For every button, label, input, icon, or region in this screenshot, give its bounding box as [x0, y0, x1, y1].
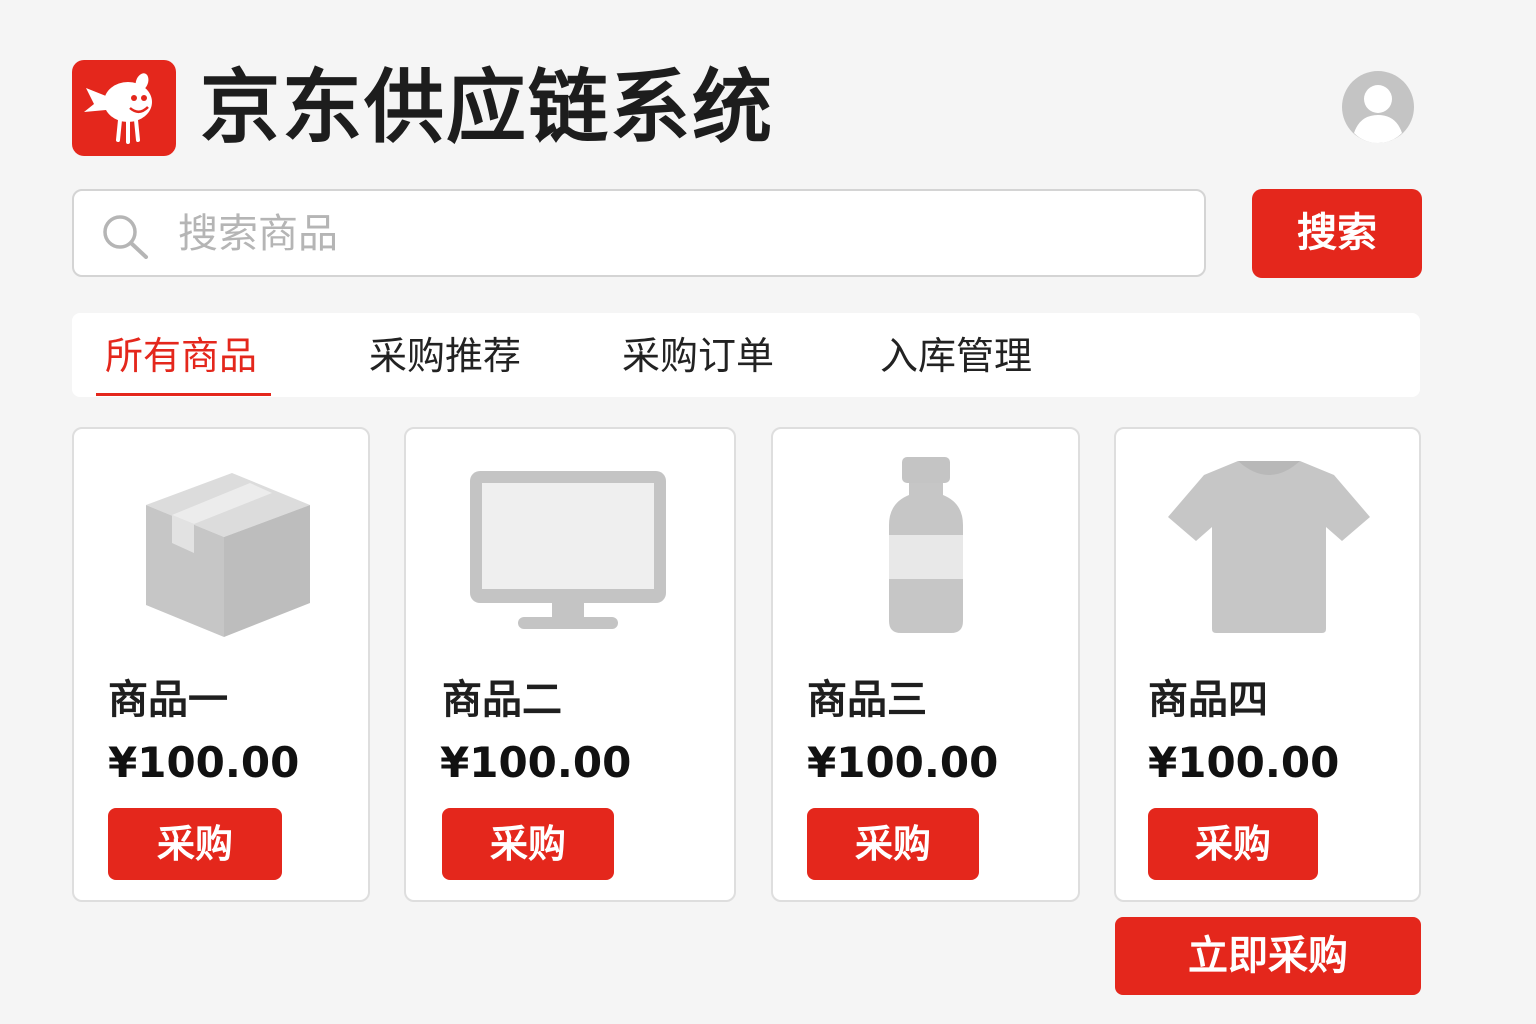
bottle-icon [889, 457, 963, 633]
product-price: ¥100.00 [108, 738, 300, 787]
tab-purchase-orders[interactable]: 采购订单 [622, 331, 774, 381]
category-tabs: 所有商品 采购推荐 采购订单 入库管理 [72, 313, 1420, 397]
purchase-button[interactable]: 采购 [442, 808, 614, 880]
product-price: ¥100.00 [807, 738, 999, 787]
search-button[interactable]: 搜索 [1252, 189, 1422, 278]
search-icon [103, 215, 148, 259]
page-title: 京东供应链系统 [200, 61, 774, 154]
product-name: 商品一 [108, 677, 228, 723]
product-card[interactable]: 商品四 ¥100.00 采购 [1114, 427, 1421, 902]
user-avatar[interactable] [1340, 69, 1416, 145]
purchase-button[interactable]: 采购 [1148, 808, 1318, 880]
purchase-button[interactable]: 采购 [108, 808, 282, 880]
product-price: ¥100.00 [440, 738, 632, 787]
search-input[interactable] [176, 205, 1180, 263]
jd-logo[interactable] [72, 60, 176, 156]
product-price: ¥100.00 [1148, 738, 1340, 787]
product-name: 商品二 [442, 677, 562, 723]
product-card[interactable]: 商品二 ¥100.00 采购 [404, 427, 736, 902]
active-tab-indicator [96, 393, 271, 396]
box-icon [146, 473, 310, 637]
tab-all-products[interactable]: 所有商品 [105, 331, 257, 381]
buy-now-button[interactable]: 立即采购 [1115, 917, 1421, 995]
tab-warehouse-management[interactable]: 入库管理 [880, 331, 1032, 381]
product-name: 商品三 [807, 677, 927, 723]
user-avatar-icon [1342, 71, 1414, 143]
tshirt-icon [1168, 461, 1370, 633]
purchase-button[interactable]: 采购 [807, 808, 979, 880]
product-name: 商品四 [1148, 677, 1268, 723]
search-bar [72, 189, 1206, 277]
monitor-icon [470, 471, 666, 629]
product-card[interactable]: 商品一 ¥100.00 采购 [72, 427, 370, 902]
jd-mascot-logo-icon [84, 73, 152, 144]
product-card[interactable]: 商品三 ¥100.00 采购 [771, 427, 1080, 902]
tab-purchase-recommend[interactable]: 采购推荐 [369, 331, 521, 381]
